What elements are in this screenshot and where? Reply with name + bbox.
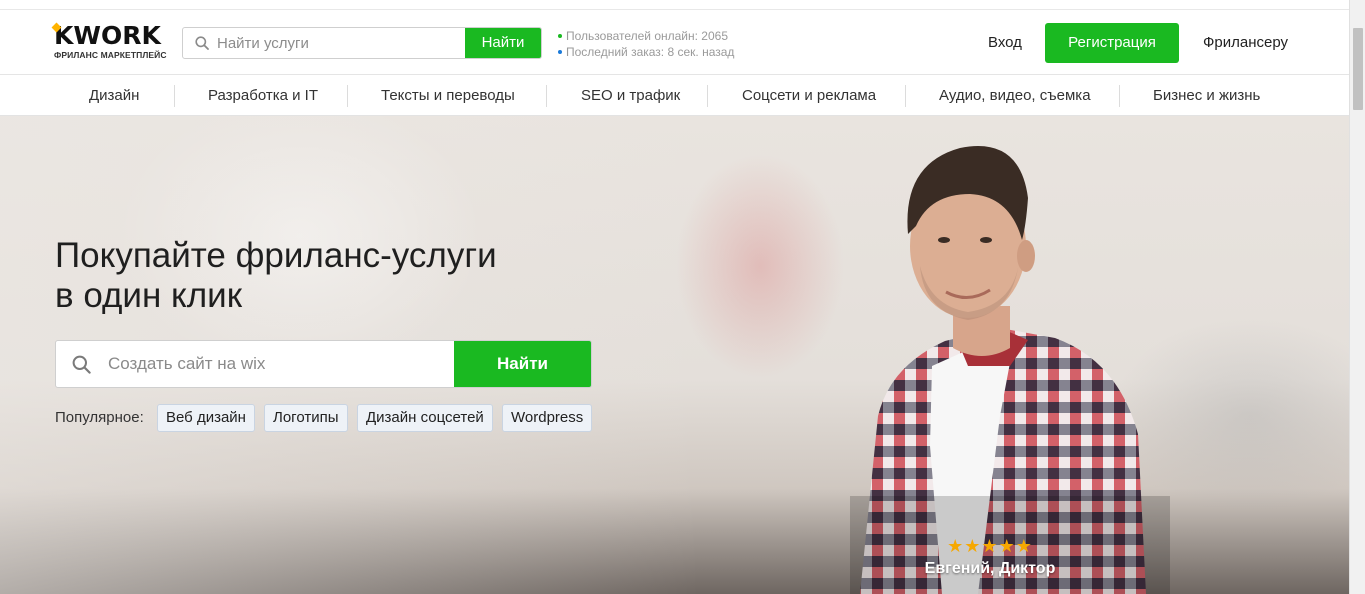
divider xyxy=(174,85,175,107)
category-seo[interactable]: SEO и трафик xyxy=(581,76,680,116)
category-texts[interactable]: Тексты и переводы xyxy=(381,76,515,116)
site-header: KWORK ФРИЛАНС МАРКЕТПЛЕЙС Найти Пользова… xyxy=(0,11,1349,75)
status-dot-icon xyxy=(558,50,562,54)
header-search-input[interactable] xyxy=(217,28,467,58)
scrollbar-thumb[interactable] xyxy=(1353,28,1363,110)
rating-stars-icon: ★★★★★ xyxy=(947,536,1033,556)
hero-banner: Покупайте фриланс-услуги в один клик Най… xyxy=(0,116,1349,594)
divider xyxy=(1119,85,1120,107)
freelancer-photo xyxy=(850,146,1170,594)
logo[interactable]: KWORK ФРИЛАНС МАРКЕТПЛЕЙС xyxy=(51,21,174,60)
category-business[interactable]: Бизнес и жизнь xyxy=(1153,76,1260,116)
popular-label: Популярное: xyxy=(55,409,144,426)
popular-tag[interactable]: Веб дизайн xyxy=(157,404,255,432)
header-search: Найти xyxy=(182,27,542,59)
page-scrollbar[interactable] xyxy=(1349,0,1365,594)
hero-headline: Покупайте фриланс-услуги в один клик xyxy=(55,236,497,315)
popular-tag[interactable]: Wordpress xyxy=(502,404,593,432)
login-link[interactable]: Вход xyxy=(988,33,1022,53)
popular-tag[interactable]: Логотипы xyxy=(264,404,348,432)
divider xyxy=(347,85,348,107)
logo-text: KWORK xyxy=(54,21,161,50)
hero-search: Найти xyxy=(55,340,592,388)
freelancer-caption: ★★★★★ Евгений, Диктор xyxy=(920,536,1060,578)
header-search-button[interactable]: Найти xyxy=(465,28,541,58)
stat-last-order: Последний заказ: 8 сек. назад xyxy=(558,44,734,60)
search-icon xyxy=(195,36,209,50)
site-stats: Пользователей онлайн: 2065 Последний зак… xyxy=(558,28,734,60)
category-development[interactable]: Разработка и IT xyxy=(208,76,318,116)
category-media[interactable]: Аудио, видео, съемка xyxy=(939,76,1091,116)
top-strip xyxy=(0,0,1349,10)
logo-subtitle: ФРИЛАНС МАРКЕТПЛЕЙС xyxy=(54,50,167,60)
hero-search-input[interactable] xyxy=(108,341,448,387)
hero-search-button[interactable]: Найти xyxy=(454,341,591,387)
search-icon xyxy=(72,355,91,374)
register-button[interactable]: Регистрация xyxy=(1045,23,1179,63)
stat-online-users: Пользователей онлайн: 2065 xyxy=(558,28,734,44)
divider xyxy=(546,85,547,107)
divider xyxy=(707,85,708,107)
freelancer-name: Евгений, Диктор xyxy=(924,560,1056,577)
category-social[interactable]: Соцсети и реклама xyxy=(742,76,876,116)
category-nav: Дизайн Разработка и IT Тексты и переводы… xyxy=(0,76,1349,116)
divider xyxy=(905,85,906,107)
status-dot-icon xyxy=(558,34,562,38)
freelancer-link[interactable]: Фрилансеру xyxy=(1203,33,1288,53)
popular-tag[interactable]: Дизайн соцсетей xyxy=(357,404,493,432)
category-design[interactable]: Дизайн xyxy=(89,76,139,116)
